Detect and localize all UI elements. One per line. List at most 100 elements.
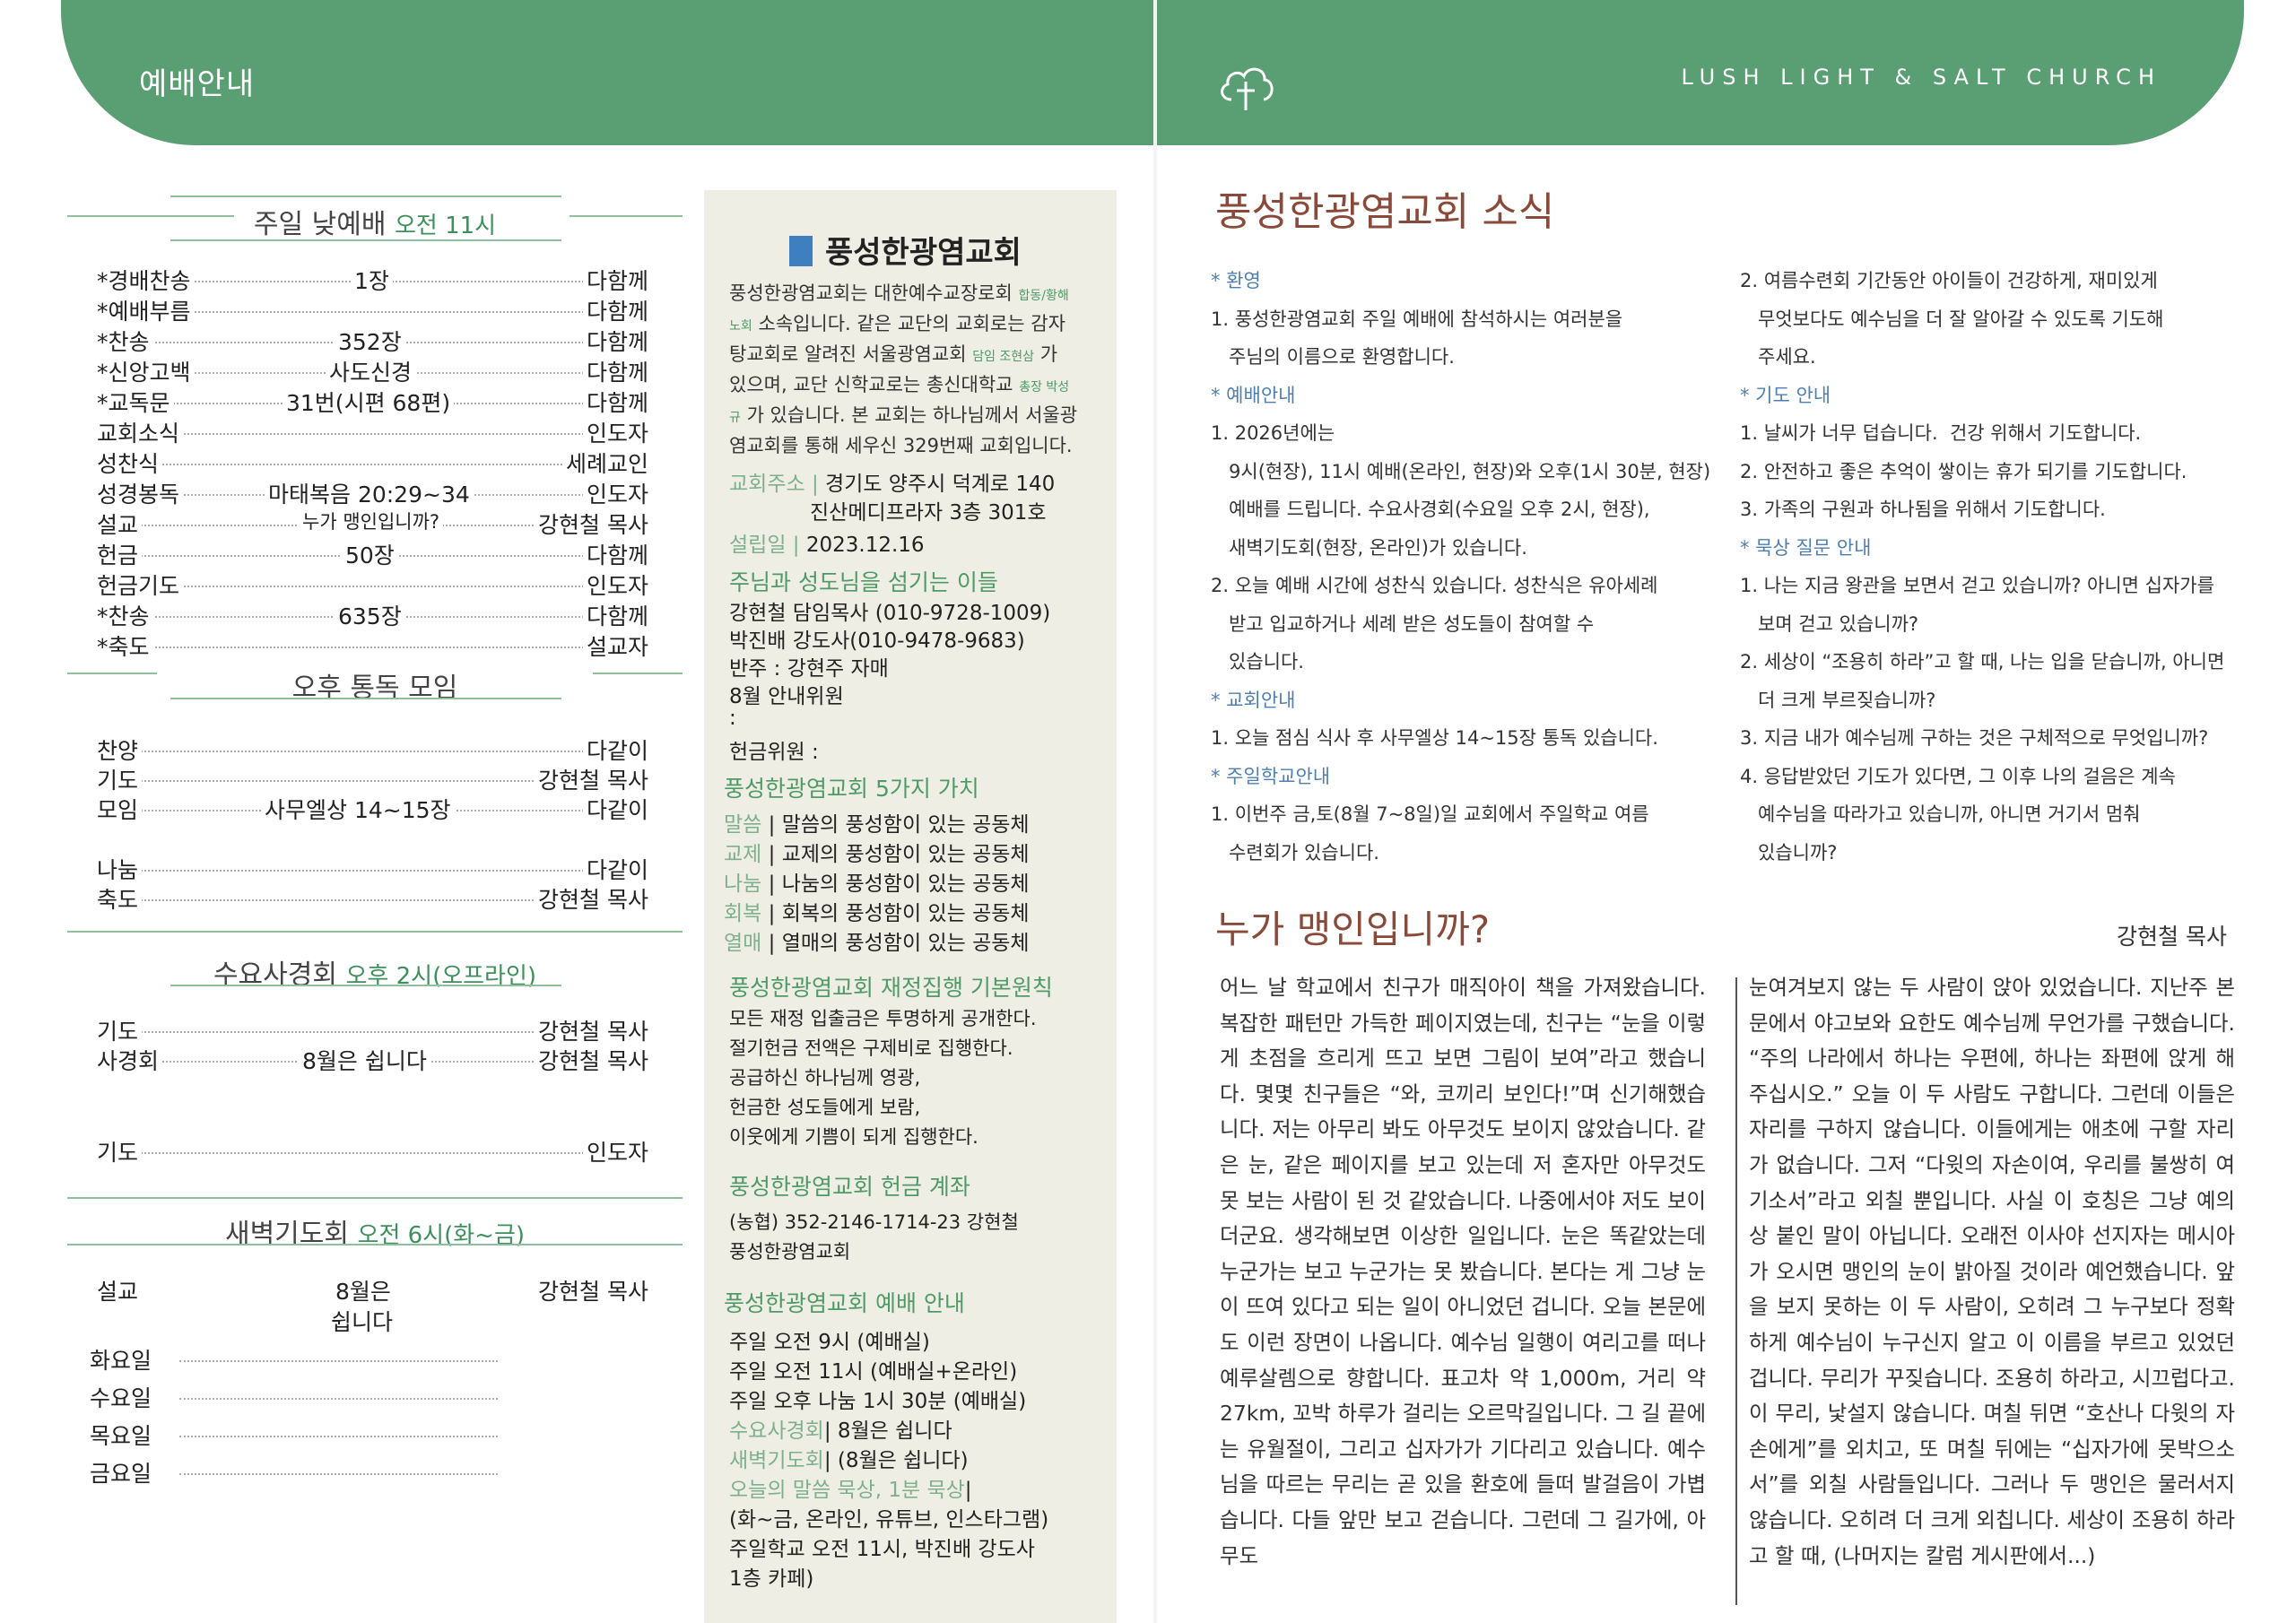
- info-line: 절기헌금 전액은 구제비로 집행한다.: [729, 1037, 1013, 1059]
- row-value: 8월은 쉽니다: [299, 1044, 430, 1076]
- worship-line: 주일학교 오전 11시, 박진배 강도사: [729, 1538, 1035, 1561]
- sermon-column-1: 어느 날 학교에서 친구가 매직아이 책을 가져왔습니다. 복잡한 패턴만 가득…: [1220, 975, 1706, 1568]
- info-line: 풍성한광염교회: [729, 1241, 851, 1263]
- info-line: 헌금한 성도들에게 보람,: [729, 1097, 921, 1118]
- dawn-sermon-row: 설교 8월은 강현철 목사: [97, 1274, 648, 1306]
- day-label: 화요일: [90, 1343, 156, 1376]
- row-label: *축도: [97, 629, 153, 662]
- order-row: *찬송 352장 다함께: [97, 325, 648, 357]
- order-row: 설교 누가 맹인입니까? 강현철 목사: [97, 508, 648, 540]
- page-fold: [1153, 0, 1157, 1623]
- row-leader: 세례교인: [561, 447, 648, 479]
- row-label: *찬송: [97, 599, 153, 631]
- row-leader: 인도자: [582, 1135, 648, 1167]
- news-item: 4. 응답받았던 기도가 있다면, 그 이후 나의 걸음은 계속: [1740, 765, 2176, 787]
- row-value: 352장: [335, 325, 405, 357]
- row-value: 1장: [351, 264, 393, 296]
- order-row: *경배찬송 1장 다함께: [97, 264, 648, 296]
- order-row: 교회소식 인도자: [97, 416, 648, 448]
- info-line: 공급하신 하나님께 영광,: [729, 1067, 921, 1089]
- founded-line: 설립일 | 2023.12.16: [729, 534, 925, 557]
- order-row: 모임 사무엘상 14~15장 다같이: [97, 793, 648, 825]
- church-logo: 풍성한광염교회: [789, 228, 1022, 272]
- intro-line: 있으며, 교단 신학교로는 총신대학교 총장 박성: [729, 374, 1070, 395]
- order-row: 기도 강현철 목사: [97, 763, 648, 795]
- row-leader: 인도자: [582, 568, 648, 601]
- row-value: 사무엘상 14~15장: [261, 793, 455, 825]
- row-leader: 인도자: [582, 477, 648, 509]
- order-row: 축도 강현철 목사: [97, 882, 648, 915]
- intro-line: 노회 소속입니다. 같은 교단의 교회로는 감자: [729, 313, 1065, 334]
- row-label: 기도: [97, 1014, 143, 1046]
- row-label: 설교: [97, 508, 143, 540]
- row-leader: 다함께: [582, 325, 648, 357]
- order-row: 헌금 50장 다함께: [97, 538, 648, 570]
- row-leader: 다함께: [582, 599, 648, 631]
- order-row: *신앙고백 사도신경 다함께: [97, 355, 648, 387]
- value-line: 회복 | 회복의 풍성함이 있는 공동체: [724, 902, 1030, 925]
- news-left-column: * 환영 1. 풍성한광염교회 주일 예배에 참석하시는 여러분을 주님의 이름으…: [1211, 262, 1713, 872]
- row-label: 설교: [97, 1274, 143, 1306]
- news-heading: * 예배안내: [1211, 384, 1296, 406]
- row-label: 헌금: [97, 538, 143, 570]
- info-line: 박진배 강도사(010-9478-9683): [729, 629, 1025, 653]
- wednesday-bible-header: 수요사경회 오후 2시(오프라인): [67, 931, 683, 991]
- value-line: 나눔 | 나눔의 풍성함이 있는 공동체: [724, 872, 1030, 896]
- order-row: 성경봉독 마태복음 20:29~34 인도자: [97, 477, 648, 509]
- news-item: 2. 안전하고 좋은 추억이 쌓이는 휴가 되기를 기도합니다.: [1740, 460, 2187, 482]
- order-row: *축도 설교자: [97, 629, 648, 662]
- row-value: 사도신경: [326, 355, 416, 387]
- row-label: *찬송: [97, 325, 153, 357]
- row-leader: 다함께: [582, 294, 648, 326]
- intro-line: 탕교회로 알려진 서울광염교회 담임 조현삼 가: [729, 343, 1058, 365]
- info-line: 강현철 담임목사 (010-9728-1009): [729, 602, 1051, 625]
- news-item: 무엇보다도 예수님을 더 잘 알아갈 수 있도록 기도해: [1740, 308, 2164, 330]
- row-label: *교독문: [97, 386, 174, 418]
- row-value: 31번(시편 68편): [283, 386, 455, 418]
- finance-title: 풍성한광염교회 재정집행 기본원칙: [729, 975, 1053, 1001]
- news-item: 예수님을 따라가고 있습니까, 아니면 거기서 멈춰: [1740, 803, 2141, 825]
- row-leader: 다함께: [582, 355, 648, 387]
- news-item: 9시(현장), 11시 예배(온라인, 현장)와 오후(1시 30분, 현장): [1211, 460, 1711, 482]
- row-value: 누가 맹인입니까?: [299, 508, 444, 534]
- address-line-2: 진산메디프라자 3층 301호: [810, 501, 1047, 525]
- row-leader: 설교자: [582, 629, 648, 662]
- row-leader: 인도자: [582, 416, 648, 448]
- row-label: 헌금기도: [97, 568, 184, 601]
- row-leader: 다함께: [582, 538, 648, 570]
- news-item: 주님의 이름으로 환영합니다.: [1211, 346, 1455, 368]
- intro-line: 염교회를 통해 세우신 329번째 교회입니다.: [729, 435, 1073, 456]
- row-label: 사경회: [97, 1044, 163, 1076]
- worship-line: 새벽기도회| (8월은 쉽니다): [729, 1449, 969, 1472]
- order-row: 헌금기도 인도자: [97, 568, 648, 601]
- worship-line: 1층 카페): [729, 1567, 814, 1591]
- row-label: 모임: [97, 793, 143, 825]
- dawn-prayer-header: 새벽기도회 오전 6시(화~금): [67, 1197, 683, 1251]
- row-value: 8월은: [332, 1274, 395, 1306]
- news-item: 1. 나는 지금 왕관을 보면서 걷고 있습니까? 아니면 십자가를: [1740, 575, 2214, 596]
- info-line: 헌금위원 :: [729, 741, 819, 764]
- intro-line: 풍성한광염교회는 대한예수교장로회 합동/황해: [729, 282, 1069, 304]
- news-item: 2. 여름수련회 기간동안 아이들이 건강하게, 재미있게: [1740, 270, 2158, 291]
- account-title: 풍성한광염교회 헌금 계좌: [729, 1174, 970, 1200]
- church-english-name: LUSH LIGHT & SALT CHURCH: [1681, 65, 2161, 90]
- worship-guide-title: 풍성한광염교회 예배 안내: [724, 1290, 965, 1316]
- value-line: 말씀 | 말씀의 풍성함이 있는 공동체: [724, 813, 1030, 837]
- row-leader: 강현철 목사: [535, 763, 648, 795]
- news-item: 보며 걷고 있습니까?: [1740, 612, 1919, 635]
- cross-icon: [789, 236, 813, 266]
- order-row: 기도 강현철 목사: [97, 1014, 648, 1046]
- order-row: 기도 인도자: [97, 1135, 648, 1167]
- news-heading: * 주일학교안내: [1211, 765, 1331, 787]
- info-line: 모든 재정 입출금은 투명하게 공개한다.: [729, 1008, 1037, 1029]
- order-row: *교독문 31번(시편 68편) 다함께: [97, 386, 648, 418]
- worship-line: 주일 오전 9시 (예배실): [729, 1331, 930, 1354]
- row-value: 50장: [342, 538, 398, 570]
- sermon-author: 강현철 목사: [2117, 924, 2227, 950]
- church-info-panel: 풍성한광염교회 풍성한광염교회는 대한예수교장로회 합동/황해노회 소속입니다.…: [704, 190, 1117, 1623]
- row-label: 축도: [97, 882, 143, 915]
- intro-line: 규 가 있습니다. 본 교회는 하나님께서 서울광: [729, 404, 1078, 426]
- day-label: 금요일: [90, 1456, 156, 1488]
- dawn-day-row: 목요일: [90, 1419, 498, 1451]
- row-label: *경배찬송: [97, 264, 195, 296]
